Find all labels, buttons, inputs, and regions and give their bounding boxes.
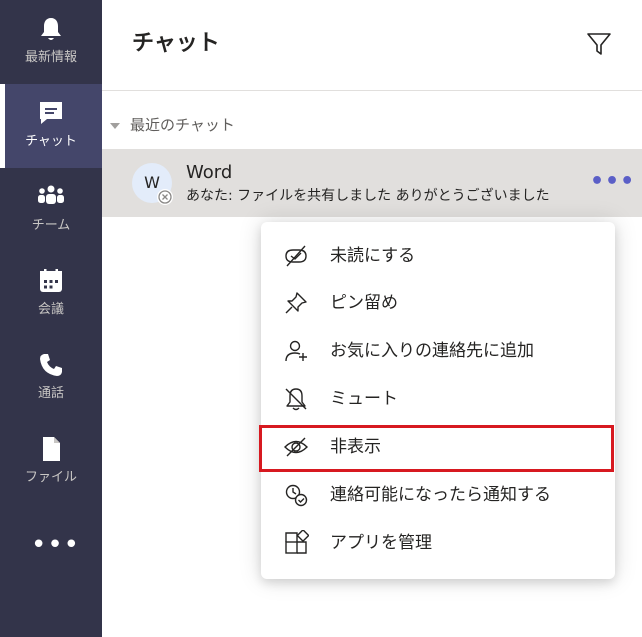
menu-label: 未読にする [330, 246, 416, 266]
mute-bell-icon [285, 388, 307, 411]
rail-item-calendar[interactable]: 会議 [0, 252, 102, 336]
chat-icon [40, 102, 62, 124]
rail-item-teams[interactable]: チーム [0, 168, 102, 252]
menu-label: ミュート [330, 389, 398, 409]
rail-label-calendar: 会議 [37, 302, 64, 317]
menu-item-manage-apps[interactable]: アプリを管理 [261, 520, 615, 566]
add-favorite-contact-icon [285, 340, 307, 362]
rail-label-chat: チャット [25, 134, 77, 149]
teams-icon [38, 185, 64, 204]
rail-item-chat[interactable]: チャット [0, 84, 102, 168]
rail-label-files: ファイル [24, 470, 77, 485]
phone-icon [40, 354, 62, 376]
notify-available-icon [285, 484, 308, 507]
chat-name: Word [186, 162, 233, 183]
rail-label-calls: 通話 [37, 386, 64, 401]
menu-label: 連絡可能になったら通知する [330, 485, 551, 505]
rail-label-activity: 最新情報 [24, 50, 77, 65]
menu-label: お気に入りの連絡先に追加 [330, 341, 534, 361]
chat-list-item[interactable]: W Word あなた: ファイルを共有しました ありがとうございました ••• [102, 149, 642, 217]
rail-item-calls[interactable]: 通話 [0, 336, 102, 420]
file-icon [43, 437, 60, 461]
mark-unread-icon [285, 245, 307, 267]
bell-icon [41, 18, 61, 40]
rail-item-activity[interactable]: 最新情報 [0, 0, 102, 84]
menu-item-pin[interactable]: ピン留め [261, 280, 615, 326]
menu-item-add-favorite[interactable]: お気に入りの連絡先に追加 [261, 328, 615, 374]
manage-apps-icon [285, 530, 309, 554]
filter-icon[interactable] [586, 31, 612, 57]
offline-status-icon [157, 189, 173, 205]
highlight-box [259, 425, 614, 472]
menu-item-mark-unread[interactable]: 未読にする [261, 233, 615, 279]
menu-label: ピン留め [330, 293, 398, 313]
page-title: チャット [132, 31, 220, 56]
menu-item-notify-available[interactable]: 連絡可能になったら通知する [261, 472, 615, 518]
menu-label: アプリを管理 [330, 533, 432, 553]
app-rail: 最新情報 チャット チーム 会議 通話 ファイル ••• [0, 0, 102, 637]
header-divider [102, 90, 642, 91]
rail-label-teams: チーム [31, 218, 71, 233]
calendar-icon [40, 269, 62, 292]
pin-icon [285, 292, 307, 314]
more-apps-button[interactable]: ••• [31, 530, 79, 560]
collapse-triangle-icon [110, 122, 120, 129]
chat-preview: あなた: ファイルを共有しました ありがとうございました [186, 188, 550, 204]
rail-item-files[interactable]: ファイル [0, 420, 102, 504]
chat-context-menu: 未読にする ピン留め お気に入りの連絡先に追加 ミュート 非表示 連絡可能になっ… [261, 222, 615, 579]
menu-item-mute[interactable]: ミュート [261, 376, 615, 422]
more-options-button[interactable]: ••• [590, 171, 634, 193]
recent-chats-section[interactable]: 最近のチャット [110, 113, 235, 137]
recent-chats-label: 最近のチャット [130, 116, 235, 134]
